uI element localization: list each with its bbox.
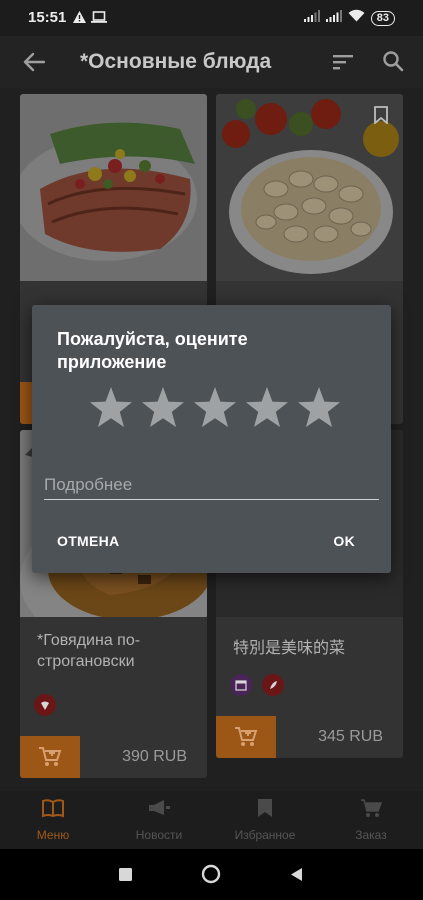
star-icon[interactable] [244, 385, 290, 429]
warning-icon [72, 10, 87, 29]
nav-item-favorites[interactable]: Избранное [212, 791, 318, 849]
bookmark-icon[interactable] [370, 104, 392, 126]
book-icon [41, 798, 65, 823]
star-icon[interactable] [140, 385, 186, 429]
back-arrow-icon[interactable] [20, 49, 48, 75]
home-icon[interactable] [200, 863, 222, 885]
cancel-button[interactable]: ОТМЕНА [57, 533, 119, 549]
star-rating[interactable] [88, 385, 342, 429]
nav-item-news[interactable]: Новости [106, 791, 212, 849]
cart-icon [360, 798, 383, 823]
nav-label: Меню [36, 828, 70, 842]
feedback-input[interactable] [44, 470, 379, 500]
dialog-title: Пожалуйста, оцените приложение [57, 329, 248, 372]
signal-icon [303, 9, 320, 27]
bookmark-icon [257, 798, 273, 823]
star-icon[interactable] [296, 385, 342, 429]
nav-label: Новости [135, 828, 183, 842]
search-icon[interactable] [380, 48, 406, 74]
back-icon[interactable] [288, 865, 304, 883]
dish-price: 345 RUB [318, 728, 383, 745]
battery-icon: 83 [370, 10, 395, 26]
nav-item-menu[interactable]: Меню [0, 791, 106, 849]
add-to-cart-button[interactable] [216, 716, 276, 758]
ok-button[interactable]: OK [333, 533, 355, 549]
chili-badge-icon [262, 674, 284, 696]
rating-dialog: Пожалуйста, оцените приложение ОТМЕНА OK [32, 305, 391, 573]
dish-image [20, 94, 207, 281]
nav-item-order[interactable]: Заказ [318, 791, 423, 849]
dish-name: *Говядина по-строгановски [37, 632, 141, 670]
spicy-badge-icon [34, 694, 56, 716]
nav-label: Избранное [234, 828, 296, 842]
nav-label: Заказ [355, 828, 387, 842]
status-time: 15:51 [28, 9, 67, 26]
star-icon[interactable] [88, 385, 134, 429]
wifi-icon [348, 9, 365, 27]
add-to-cart-button[interactable] [20, 736, 80, 778]
laptop-icon [91, 10, 107, 29]
system-nav-bar [0, 849, 423, 900]
dish-price: 390 RUB [122, 748, 187, 765]
bottom-nav: Меню Новости Избранное Заказ [0, 791, 423, 849]
signal-icon [325, 9, 342, 27]
calendar-badge-icon [230, 674, 252, 696]
page-title: *Основные блюда [80, 50, 272, 73]
recent-apps-icon[interactable] [117, 866, 133, 882]
status-bar: 15:51 83 [0, 0, 423, 36]
dish-name: 特別是美味的菜 [233, 640, 346, 657]
app-bar: *Основные блюда [0, 36, 423, 88]
sort-icon[interactable] [330, 50, 356, 74]
megaphone-icon [147, 798, 171, 823]
star-icon[interactable] [192, 385, 238, 429]
